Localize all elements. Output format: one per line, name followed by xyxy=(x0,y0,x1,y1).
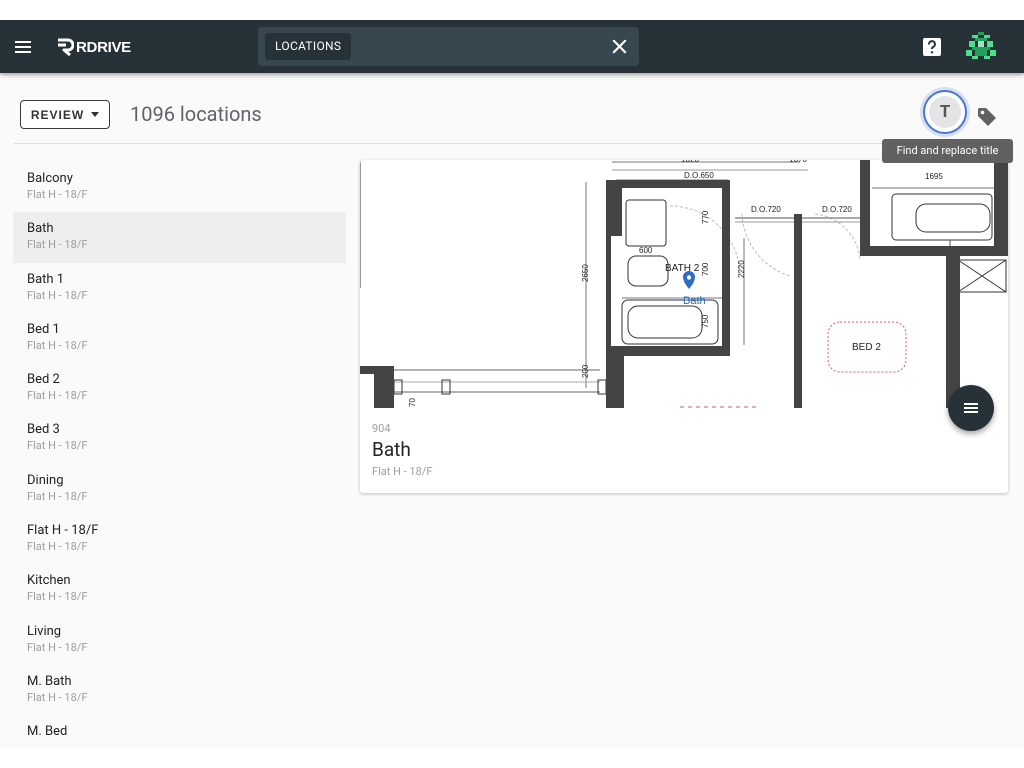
plan-door-label: D.O.650 xyxy=(684,171,714,180)
location-list[interactable]: Balcony Flat H - 18/F Bath Flat H - 18/F B… xyxy=(13,162,346,736)
floor-plan[interactable]: 1020 1670 D.O.650 D.O.720 D.O.720 1695 7… xyxy=(360,160,1008,408)
list-icon[interactable] xyxy=(948,385,994,431)
plan-pin-label: Bath xyxy=(683,295,706,307)
item-title: Balcony xyxy=(27,171,73,186)
item-title: Dining xyxy=(27,472,64,488)
app-screen: RDRIVE LOCATIONS REVIEW 1096 locations T… xyxy=(0,20,1024,748)
find-replace-title-button[interactable]: T xyxy=(923,90,967,134)
item-title: Flat H - 18/F xyxy=(27,523,99,539)
item-subtitle: Flat H - 18/F xyxy=(27,690,88,704)
location-title: Bath xyxy=(372,438,411,461)
plan-door-label: D.O.720 xyxy=(751,205,781,214)
list-item-selected[interactable]: Bath Flat H - 18/F xyxy=(13,212,346,263)
list-item[interactable]: Balcony Flat H - 18/F xyxy=(13,162,346,212)
search-input[interactable] xyxy=(354,33,594,60)
plan-dim-label: 1695 xyxy=(925,172,943,181)
title-t-icon: T xyxy=(929,96,961,128)
caret-down-icon xyxy=(91,112,100,117)
item-subtitle: Flat H - 18/F xyxy=(27,640,88,654)
list-item[interactable]: Bed 2 Flat H - 18/F xyxy=(13,363,346,413)
plan-door-label: D.O.720 xyxy=(822,205,852,214)
divider xyxy=(14,143,1006,144)
item-subtitle: Flat H - 18/F xyxy=(27,439,88,453)
item-title: Living xyxy=(27,623,62,639)
item-subtitle: Flat H - 18/F xyxy=(27,540,88,554)
location-number: 904 xyxy=(372,422,391,435)
item-subtitle: Flat H - 18/F xyxy=(27,338,88,352)
plan-dim-label: 1020 xyxy=(681,160,699,164)
close-icon[interactable] xyxy=(610,37,629,56)
logo-text: RDRIVE xyxy=(76,38,131,56)
list-item[interactable]: Bath 1 Flat H - 18/F xyxy=(13,263,346,313)
item-subtitle: Flat H - 18/F xyxy=(27,489,88,503)
plan-dim-label: 2220 xyxy=(737,260,746,278)
location-subtitle: Flat H - 18/F xyxy=(372,465,433,478)
menu-icon[interactable] xyxy=(12,36,34,58)
plan-dim-label: 750 xyxy=(701,314,710,328)
plan-dim-label: 200 xyxy=(581,364,590,378)
plan-room-label: BATH 2 xyxy=(665,263,700,274)
item-title: Bath xyxy=(27,221,54,237)
item-title: M. Bed xyxy=(27,724,68,736)
list-item[interactable]: Living Flat H - 18/F xyxy=(13,615,346,665)
search-scope-chip[interactable]: LOCATIONS xyxy=(265,33,352,60)
plan-dim-label: 600 xyxy=(639,246,653,255)
list-item[interactable]: Flat H - 18/F Flat H - 18/F xyxy=(13,514,346,564)
item-title: Bed 2 xyxy=(27,372,60,388)
list-toolbar: REVIEW 1096 locations T xyxy=(0,73,1024,143)
location-count: 1096 locations xyxy=(130,102,262,126)
item-title: Bed 3 xyxy=(27,422,60,438)
item-subtitle: Flat H - 18/F xyxy=(27,238,88,252)
item-title: Bath 1 xyxy=(27,271,65,287)
list-item[interactable]: Bed 1 Flat H - 18/F xyxy=(13,313,346,363)
item-subtitle: Flat H - 18/F xyxy=(27,188,88,201)
plan-dim-label: 1670 xyxy=(789,160,807,164)
plan-dim-label: 2650 xyxy=(581,264,590,282)
logo-mark-icon xyxy=(58,38,74,56)
plan-room-label: BED 2 xyxy=(852,342,881,353)
avatar-icon[interactable] xyxy=(966,32,996,62)
item-title: Kitchen xyxy=(27,573,71,589)
item-title: M. Bath xyxy=(27,673,72,689)
help-icon[interactable] xyxy=(921,36,943,58)
location-detail-card[interactable]: 1020 1670 D.O.650 D.O.720 D.O.720 1695 7… xyxy=(360,160,1008,493)
plan-dim-label: 70 xyxy=(408,398,417,407)
plan-dim-label: 700 xyxy=(701,262,710,276)
list-item[interactable]: M. Bath Flat H - 18/F xyxy=(13,665,346,715)
logo[interactable]: RDRIVE xyxy=(56,35,131,59)
tag-icon[interactable] xyxy=(975,105,999,129)
list-item[interactable]: M. Bed xyxy=(13,715,346,736)
item-subtitle: Flat H - 18/F xyxy=(27,590,88,604)
review-label: REVIEW xyxy=(30,107,85,122)
item-subtitle: Flat H - 18/F xyxy=(27,288,88,302)
list-item[interactable]: Kitchen Flat H - 18/F xyxy=(13,564,346,614)
tooltip: Find and replace title xyxy=(882,139,1013,163)
item-title: Bed 1 xyxy=(27,321,60,337)
item-subtitle: Flat H - 18/F xyxy=(27,389,88,403)
review-dropdown-button[interactable]: REVIEW xyxy=(20,100,110,129)
search-bar: LOCATIONS xyxy=(258,27,639,66)
list-item[interactable]: Bed 3 Flat H - 18/F xyxy=(13,413,346,463)
list-item[interactable]: Dining Flat H - 18/F xyxy=(13,464,346,514)
plan-dim-label: 770 xyxy=(701,210,710,224)
app-bar: RDRIVE LOCATIONS xyxy=(0,20,1024,73)
